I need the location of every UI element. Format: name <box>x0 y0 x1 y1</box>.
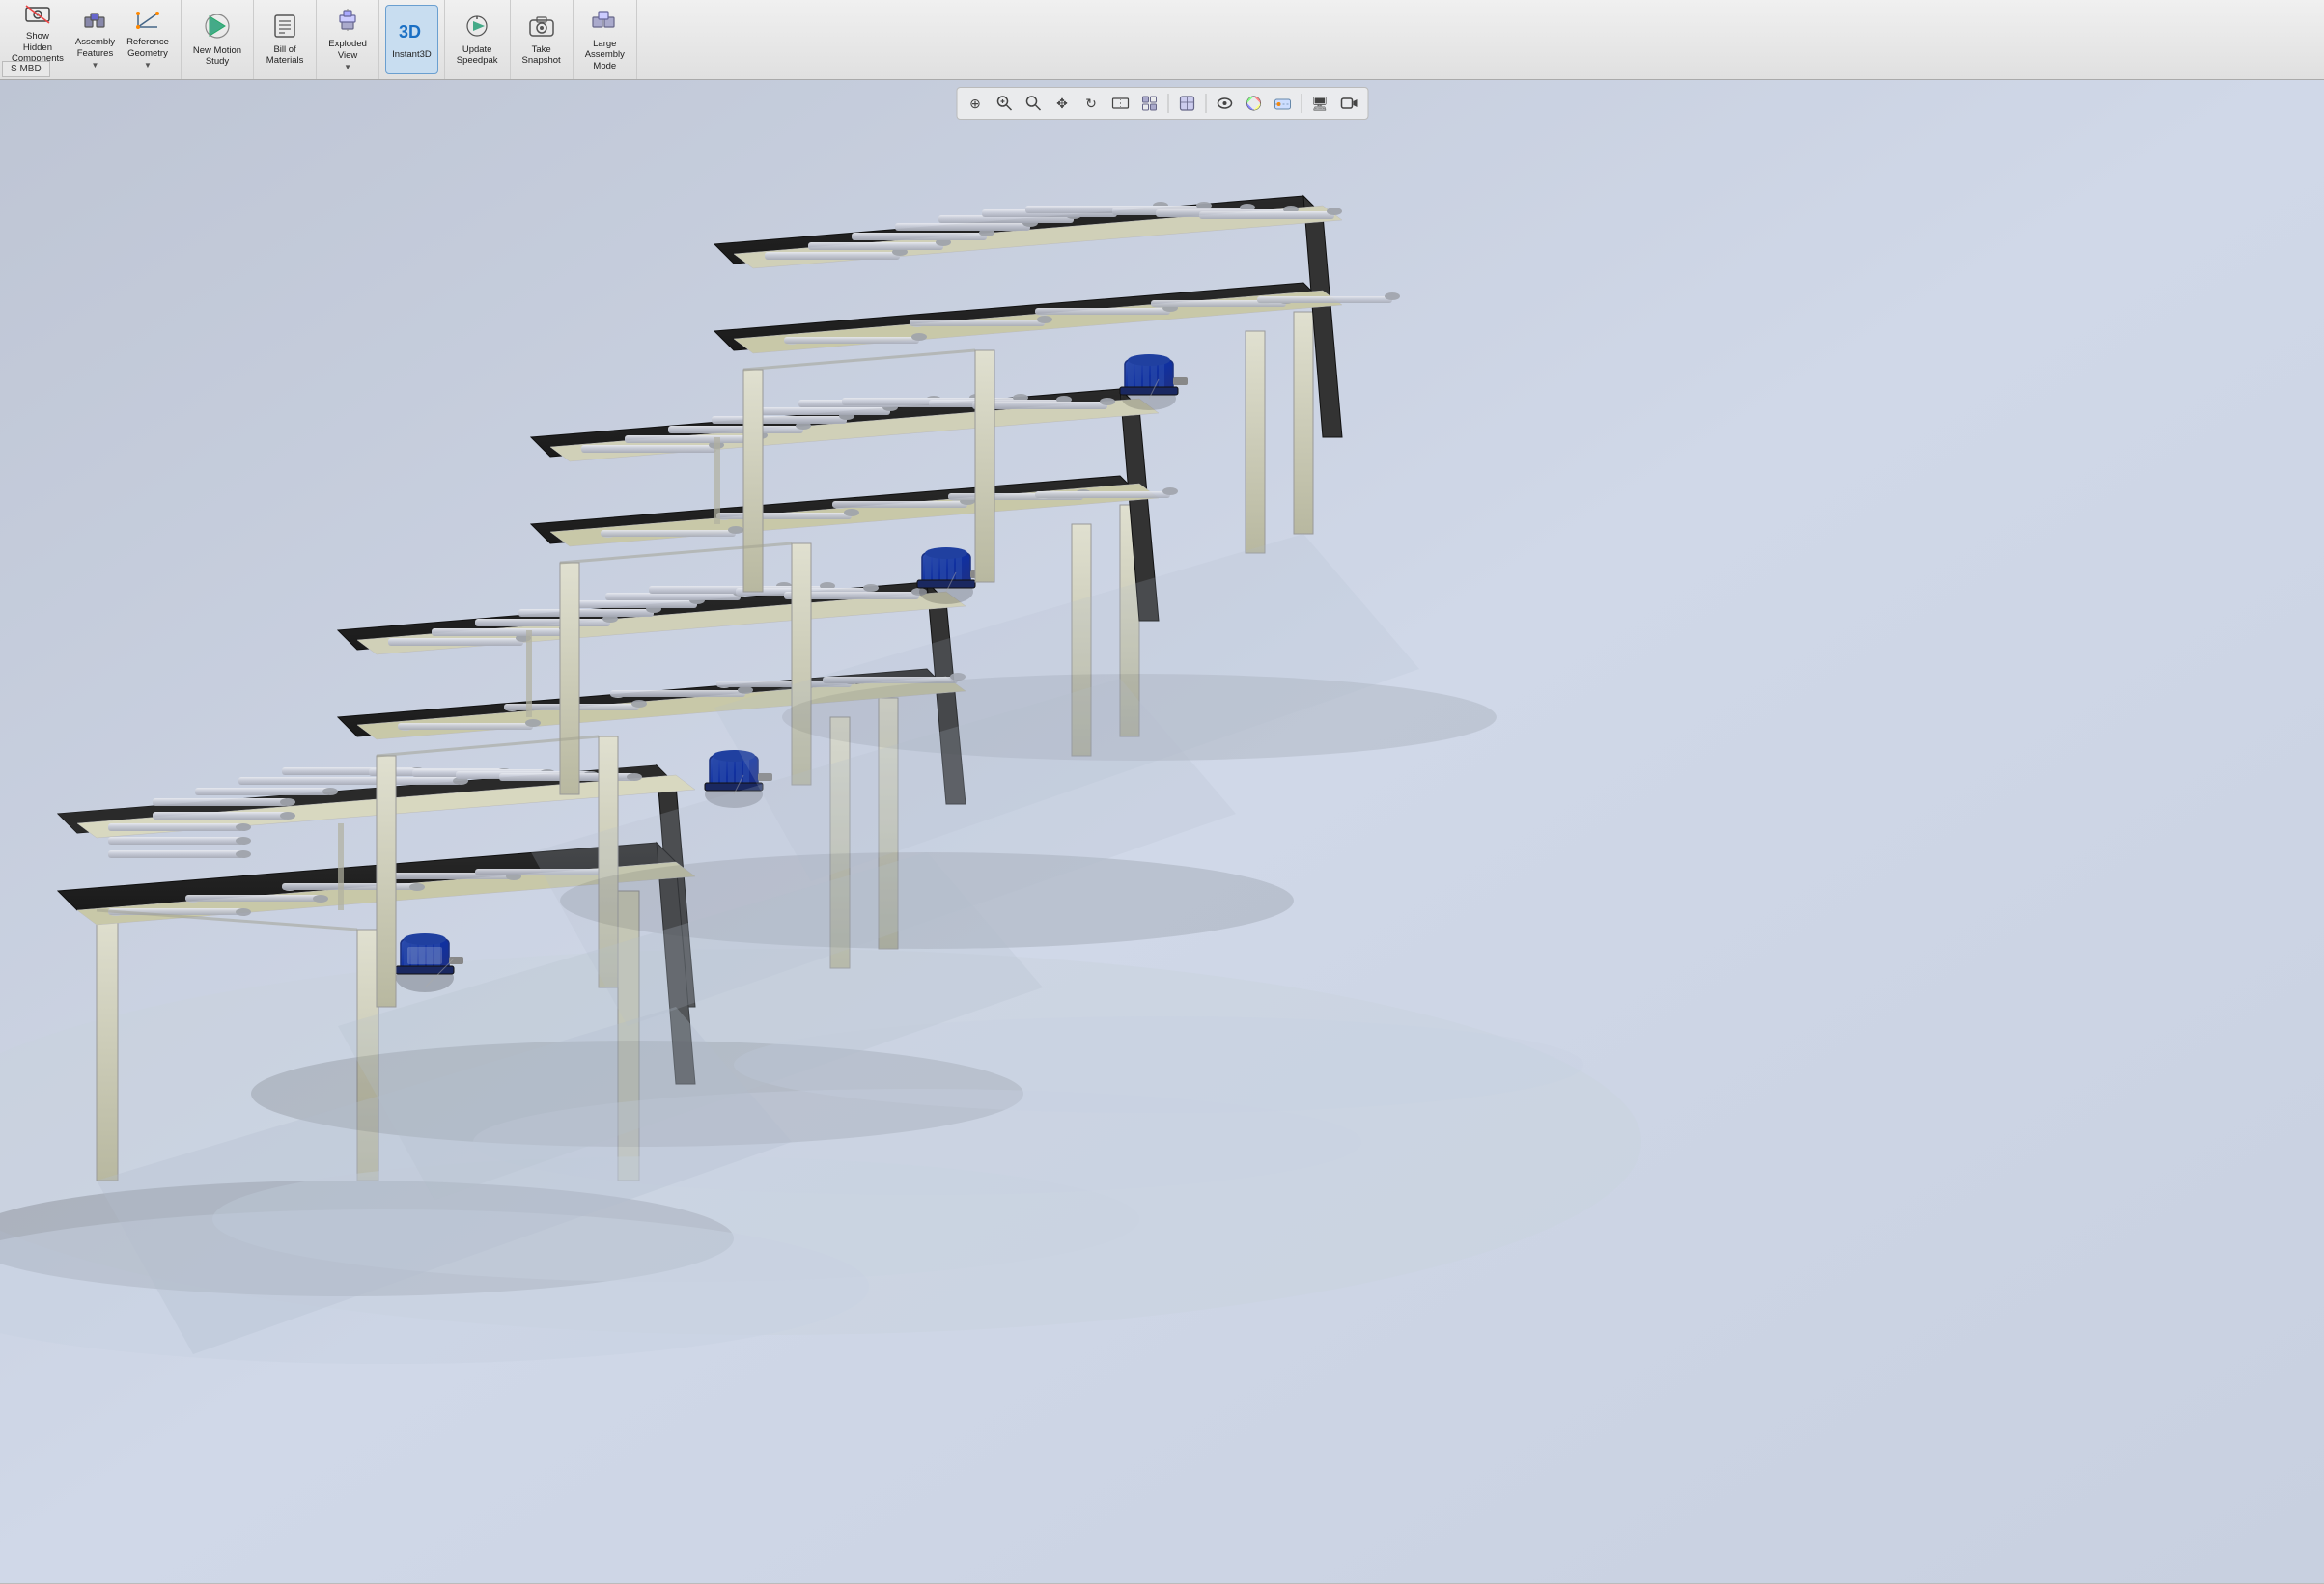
large-assembly-label: LargeAssemblyMode <box>585 39 625 71</box>
screen-capture-icon[interactable]: 🖥 <box>1307 91 1332 116</box>
mbd-button[interactable]: S MBD <box>2 61 50 77</box>
rotate-icon[interactable]: ↻ <box>1078 91 1104 116</box>
view-selector-icon[interactable] <box>1136 91 1162 116</box>
bom-group: Bill ofMaterials <box>254 0 317 79</box>
pan-icon[interactable]: ✥ <box>1050 91 1075 116</box>
snapshot-group: TakeSnapshot <box>511 0 574 79</box>
bill-of-materials-button[interactable]: Bill ofMaterials <box>260 5 310 74</box>
conveyor-scene <box>0 80 2324 1584</box>
reference-geometry-arrow: ▼ <box>144 61 152 69</box>
scenes-icon[interactable] <box>1270 91 1295 116</box>
new-motion-icon <box>204 13 231 43</box>
canvas-area[interactable] <box>0 80 2324 1584</box>
speedpak-icon <box>463 14 490 42</box>
reference-geometry-icon <box>134 10 161 35</box>
instant3d-label: Instant3D <box>392 49 432 60</box>
hide-show-icon[interactable] <box>1212 91 1237 116</box>
exploded-group: ExplodedView ▼ <box>317 0 379 79</box>
exploded-view-arrow: ▼ <box>344 63 351 71</box>
floating-toolbar: ⊕ ✥ ↻ 🖥 <box>956 87 1368 120</box>
new-motion-study-button[interactable]: New MotionStudy <box>187 5 247 74</box>
separator-2 <box>1205 94 1206 113</box>
svg-text:3D: 3D <box>399 22 421 42</box>
take-snapshot-label: TakeSnapshot <box>522 44 561 67</box>
instant3d-button[interactable]: 3D Instant3D <box>385 5 438 74</box>
exploded-view-button[interactable]: ExplodedView ▼ <box>322 5 373 74</box>
zoom-icon[interactable] <box>992 91 1017 116</box>
record-icon[interactable] <box>1336 91 1361 116</box>
motion-group: New MotionStudy <box>182 0 254 79</box>
show-hidden-label: ShowHiddenComponents <box>12 31 64 64</box>
instant3d-group: 3D Instant3D <box>379 0 445 79</box>
snapshot-icon <box>528 14 555 42</box>
reference-geometry-button[interactable]: ReferenceGeometry ▼ <box>121 5 175 74</box>
new-motion-study-label: New MotionStudy <box>193 45 241 68</box>
large-assembly-mode-button[interactable]: LargeAssemblyMode <box>579 5 630 74</box>
appearance-icon[interactable] <box>1241 91 1266 116</box>
take-snapshot-button[interactable]: TakeSnapshot <box>517 5 567 74</box>
exploded-view-label: ExplodedView <box>328 39 367 61</box>
assembly-features-label: AssemblyFeatures <box>75 37 115 59</box>
manipulator-icon[interactable]: ⊕ <box>963 91 988 116</box>
assembly-mode-group: LargeAssemblyMode <box>574 0 637 79</box>
exploded-view-icon <box>334 8 361 37</box>
speedpak-group: UpdateSpeedpak <box>445 0 511 79</box>
separator-1 <box>1167 94 1168 113</box>
bill-of-materials-label: Bill ofMaterials <box>266 44 304 67</box>
assembly-features-button[interactable]: AssemblyFeatures ▼ <box>70 5 121 74</box>
assembly-features-icon <box>81 10 108 35</box>
instant3d-icon: 3D <box>397 18 426 47</box>
update-speedpak-label: UpdateSpeedpak <box>457 44 498 67</box>
section-icon[interactable] <box>1107 91 1133 116</box>
zoom-window-icon[interactable] <box>1021 91 1046 116</box>
large-assembly-icon <box>591 8 618 37</box>
reference-geometry-label: ReferenceGeometry <box>126 37 169 59</box>
main-toolbar: ShowHiddenComponents ▼ AssemblyFeatures … <box>0 0 2324 80</box>
bom-icon <box>271 14 298 42</box>
show-hidden-icon <box>24 4 51 29</box>
separator-3 <box>1301 94 1302 113</box>
display-style-icon[interactable] <box>1174 91 1199 116</box>
assembly-features-arrow: ▼ <box>92 61 99 69</box>
update-speedpak-button[interactable]: UpdateSpeedpak <box>451 5 504 74</box>
